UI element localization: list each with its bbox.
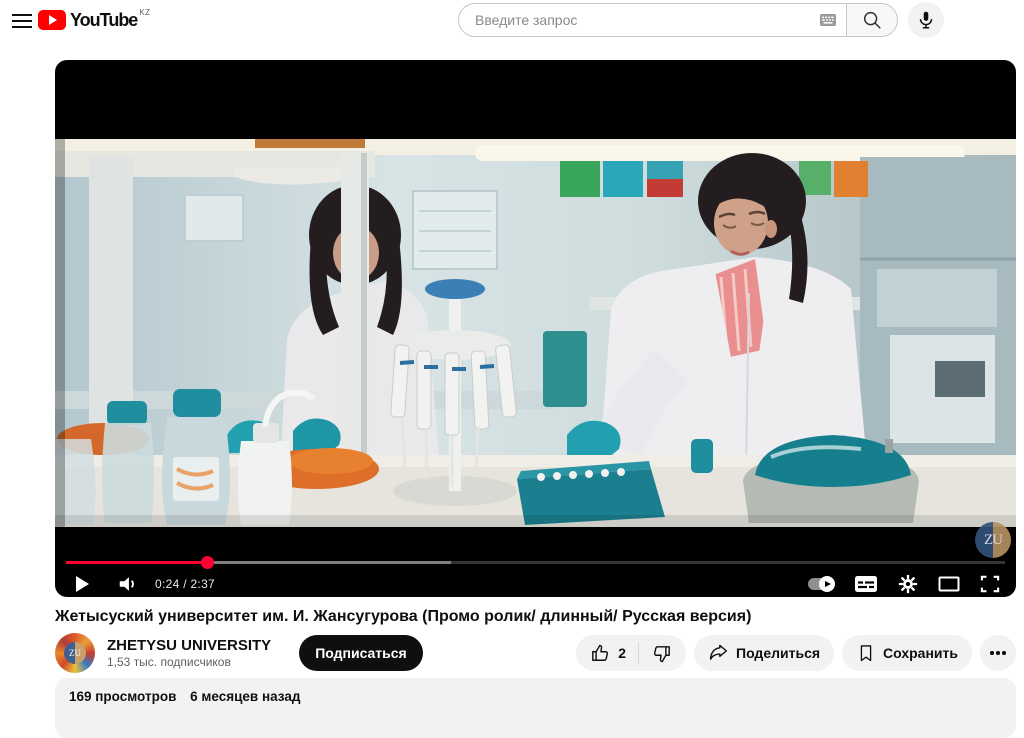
channel-row: ZU ZHETYSU UNIVERSITY 1,53 тыс. подписчи… — [55, 633, 1016, 673]
video-player[interactable]: ZU 0:24 / 2:37 — [55, 60, 1016, 597]
upload-date: 6 месяцев назад — [190, 689, 300, 704]
microphone-icon — [915, 9, 937, 31]
like-dislike-group: 2 — [576, 635, 686, 671]
menu-icon[interactable] — [12, 14, 32, 28]
time-display: 0:24 / 2:37 — [155, 577, 215, 591]
description-box[interactable]: 169 просмотров 6 месяцев назад — [55, 678, 1016, 738]
progress-bar[interactable] — [66, 561, 1005, 564]
subtitles-button[interactable] — [854, 575, 878, 593]
channel-avatar[interactable]: ZU — [55, 633, 95, 673]
subtitles-icon — [854, 575, 878, 593]
thumbs-down-icon — [651, 643, 672, 664]
played-bar — [66, 561, 207, 564]
scrubber-handle[interactable] — [201, 556, 214, 569]
logo-wordmark: YouTube — [70, 10, 137, 30]
theater-mode-icon — [938, 576, 960, 592]
autoplay-toggle[interactable] — [808, 578, 834, 590]
more-icon — [990, 651, 994, 655]
share-button[interactable]: Поделиться — [694, 635, 834, 671]
top-bar: YouTube KZ — [0, 0, 1024, 56]
search-input[interactable] — [475, 12, 805, 28]
save-button[interactable]: Сохранить — [842, 635, 972, 671]
description-meta: 169 просмотров 6 месяцев назад — [69, 689, 1002, 704]
share-icon — [708, 643, 729, 664]
subscribe-button[interactable]: Подписаться — [299, 635, 423, 671]
voice-search-button[interactable] — [908, 2, 944, 38]
channel-name[interactable]: ZHETYSU UNIVERSITY — [107, 637, 271, 654]
fullscreen-icon — [980, 575, 1000, 593]
gear-icon — [898, 574, 918, 594]
search-input-box[interactable] — [458, 3, 846, 37]
like-button[interactable]: 2 — [576, 635, 638, 671]
channel-meta: ZHETYSU UNIVERSITY 1,53 тыс. подписчиков — [107, 637, 271, 669]
subscriber-count: 1,53 тыс. подписчиков — [107, 655, 271, 669]
youtube-play-icon — [38, 10, 66, 30]
volume-icon — [117, 573, 139, 595]
keyboard-icon[interactable] — [820, 14, 836, 26]
logo-region-code: KZ — [139, 8, 150, 17]
search-icon — [861, 9, 883, 31]
like-count: 2 — [618, 645, 626, 661]
search-button[interactable] — [846, 3, 898, 37]
thumbs-up-icon — [590, 643, 611, 664]
play-button[interactable] — [75, 576, 89, 592]
video-frame-lab-scene[interactable] — [55, 139, 1016, 527]
youtube-logo[interactable]: YouTube KZ — [38, 10, 151, 30]
more-actions-button[interactable] — [980, 635, 1016, 671]
fullscreen-button[interactable] — [980, 575, 1000, 593]
action-buttons: 2 Поделиться Сохранить — [576, 635, 1016, 671]
dislike-button[interactable] — [639, 635, 686, 671]
video-title: Жетысуский университет им. И. Жансугуров… — [55, 608, 1016, 626]
player-controls: 0:24 / 2:37 — [55, 570, 1016, 597]
search-bar — [458, 3, 898, 37]
miniplayer-button[interactable] — [938, 576, 960, 592]
settings-button[interactable] — [898, 574, 918, 594]
volume-button[interactable] — [117, 573, 139, 595]
channel-watermark[interactable]: ZU — [975, 522, 1011, 558]
view-count: 169 просмотров — [69, 689, 176, 704]
bookmark-icon — [856, 643, 876, 663]
